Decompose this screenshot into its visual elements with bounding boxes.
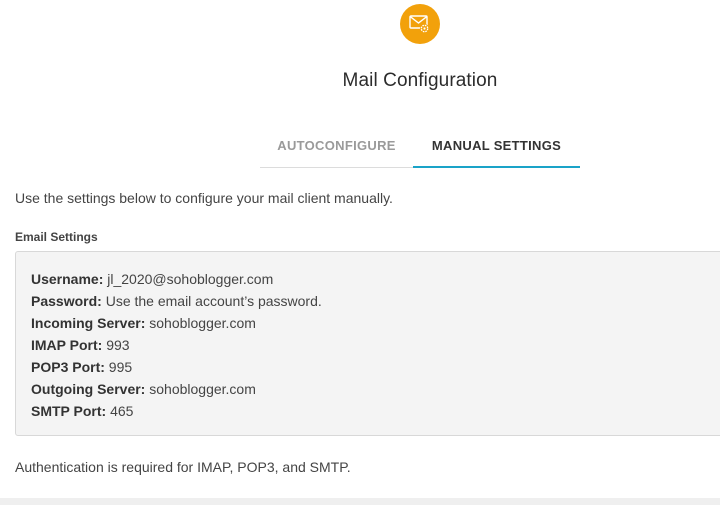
setting-label: Username: — [31, 271, 104, 287]
intro-text: Use the settings below to configure your… — [15, 190, 393, 206]
authentication-note: Authentication is required for IMAP, POP… — [15, 459, 351, 475]
setting-value: 993 — [106, 337, 130, 353]
tab-manual-settings[interactable]: MANUAL SETTINGS — [413, 124, 580, 168]
email-settings-box: Username: jl_2020@sohoblogger.com Passwo… — [15, 251, 720, 436]
setting-row-pop3-port: POP3 Port: 995 — [31, 356, 720, 378]
setting-row-username: Username: jl_2020@sohoblogger.com — [31, 268, 720, 290]
setting-value: sohoblogger.com — [149, 381, 256, 397]
setting-value: 995 — [108, 359, 133, 375]
setting-row-smtp-port: SMTP Port: 465 — [31, 400, 720, 422]
bottom-divider — [0, 498, 720, 505]
setting-value: sohoblogger.com — [149, 315, 256, 331]
setting-label: POP3 Port: — [31, 359, 105, 375]
page-title: Mail Configuration — [342, 70, 498, 91]
setting-value: Use the email account’s password. — [105, 293, 322, 309]
mail-settings-icon — [400, 4, 440, 44]
setting-value: jl_2020@sohoblogger.com — [107, 271, 274, 287]
setting-label: Incoming Server: — [31, 315, 146, 331]
setting-label: Outgoing Server: — [31, 381, 146, 397]
setting-value: 465 — [110, 403, 134, 419]
setting-row-outgoing-server: Outgoing Server: sohoblogger.com — [31, 378, 720, 400]
setting-row-password: Password: Use the email account’s passwo… — [31, 290, 720, 312]
settings-tabs: AUTOCONFIGURE MANUAL SETTINGS — [260, 124, 580, 168]
setting-label: IMAP Port: — [31, 337, 103, 353]
tab-autoconfigure[interactable]: AUTOCONFIGURE — [260, 124, 413, 168]
setting-label: SMTP Port: — [31, 403, 107, 419]
setting-row-incoming-server: Incoming Server: sohoblogger.com — [31, 312, 720, 334]
setting-row-imap-port: IMAP Port: 993 — [31, 334, 720, 356]
setting-label: Password: — [31, 293, 102, 309]
envelope-gear-icon — [409, 15, 430, 34]
email-settings-label: Email Settings — [15, 230, 98, 244]
